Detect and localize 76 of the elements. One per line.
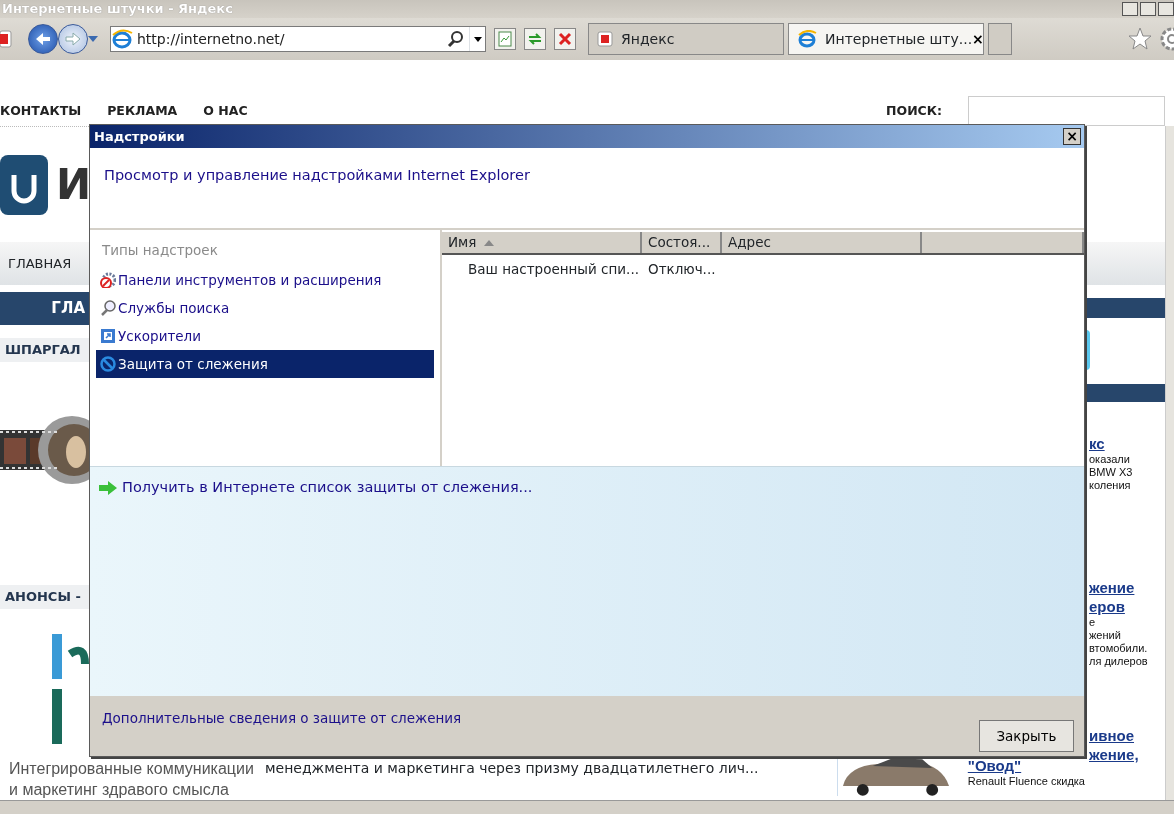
browser-tab[interactable]: Яндекс (588, 23, 784, 55)
news-text: жений (1089, 629, 1121, 642)
table-cell-text: Ваш настроенный спи... (467, 260, 640, 279)
nav-link[interactable]: О НАС (203, 101, 248, 121)
dropdown-button[interactable] (469, 27, 485, 51)
section-header: АНОНСЫ - (0, 585, 89, 609)
star-icon[interactable] (1128, 27, 1152, 51)
arrow-icon (35, 32, 51, 46)
search-field[interactable] (968, 96, 1165, 126)
nav-link[interactable]: РЕКЛАМА (107, 101, 178, 121)
table-cell-text: Отключ... (647, 260, 717, 279)
list-item[interactable]: Службы поиска (96, 294, 434, 323)
excerpt-text: менеджмента и маркетинга через призму двадцатилетнего лич... (265, 759, 760, 778)
tab-close-button[interactable]: × (972, 28, 984, 50)
close-button[interactable]: × (1063, 128, 1081, 145)
compatibility-button[interactable] (494, 28, 516, 50)
close-button[interactable]: Закрыть (979, 720, 1074, 752)
new-tab-button[interactable] (988, 23, 1012, 55)
list-item[interactable]: Защита от слежения (96, 350, 434, 379)
news-link[interactable]: ивное (1089, 726, 1134, 745)
search-icon[interactable] (447, 30, 465, 48)
sponsor-logo-icon (52, 634, 89, 744)
window-title: Интернетные штучки - Яндекс (2, 2, 233, 16)
shortcut-icon (100, 328, 116, 345)
news-link[interactable]: "Овод" (967, 756, 1085, 775)
refresh-button[interactable] (524, 28, 546, 50)
dialog-title: Надстройки (94, 127, 185, 146)
arrow-icon (65, 32, 81, 46)
search-label: ПОИСК: (886, 101, 942, 120)
blocked-icon (100, 356, 116, 373)
back-button[interactable] (28, 24, 58, 54)
list-item[interactable]: Ускорители (96, 322, 434, 351)
section-header: ШПАРГАЛ (0, 338, 89, 362)
gear-icon (100, 272, 116, 289)
column-header[interactable]: Адрес (722, 232, 922, 253)
browser-tab[interactable]: Интернетные шту...× (788, 23, 984, 55)
browser-icon (111, 29, 133, 49)
news-link[interactable]: жение (1089, 578, 1135, 597)
logo-text: И (56, 164, 92, 206)
column-header[interactable]: Состоя... (642, 232, 722, 253)
news-text: BMW X3 (1089, 466, 1133, 479)
banner-title: ГЛА (51, 298, 86, 320)
caret-icon[interactable] (88, 36, 98, 42)
news-text: Renault Fluence скидка (967, 775, 1085, 788)
maximize-button[interactable] (1140, 2, 1156, 16)
stop-button[interactable] (554, 28, 576, 50)
news-link[interactable]: жение, (1089, 745, 1139, 764)
info-link[interactable]: Дополнительные сведения о защите от слежения (102, 707, 462, 729)
sponsor-text: Интегрированные коммуникации (9, 759, 254, 779)
dialog-heading: Просмотр и управление надстройками Internet Explorer (104, 167, 530, 183)
get-list-link[interactable]: Получить в Интернете список защиты от слежения... (122, 477, 533, 499)
arrow-icon (98, 480, 118, 495)
magnifier-icon (100, 300, 116, 317)
news-text: е (1089, 616, 1096, 629)
news-text: втомобили. (1089, 642, 1148, 655)
nav-link[interactable]: КОНТАКТЫ (0, 101, 82, 121)
address-field[interactable]: http://internetno.net/ (110, 26, 486, 52)
caret-icon (473, 36, 482, 42)
menu-link[interactable]: ГЛАВНАЯ (8, 253, 72, 274)
list-item[interactable]: Панели инструментов и расширения (96, 266, 434, 295)
group-label: Типы надстроек (101, 241, 219, 260)
minimize-button[interactable] (1122, 2, 1138, 16)
news-link[interactable]: еров (1089, 597, 1125, 616)
news-text: коления (1089, 479, 1131, 492)
forward-button[interactable] (58, 24, 88, 54)
news-text: оказали (1089, 453, 1130, 466)
column-header[interactable]: Имя (442, 232, 642, 253)
page-icon (497, 31, 513, 47)
browser-icon (797, 30, 817, 48)
news-link[interactable]: кс (1089, 434, 1105, 453)
close-button[interactable] (1158, 2, 1174, 16)
close-icon (558, 32, 572, 46)
sponsor-text: и маркетинг здравого смысла (9, 780, 229, 800)
settings-icon[interactable] (1158, 26, 1174, 52)
news-text: ля дилеров (1089, 655, 1148, 668)
refresh-icon (527, 31, 543, 47)
